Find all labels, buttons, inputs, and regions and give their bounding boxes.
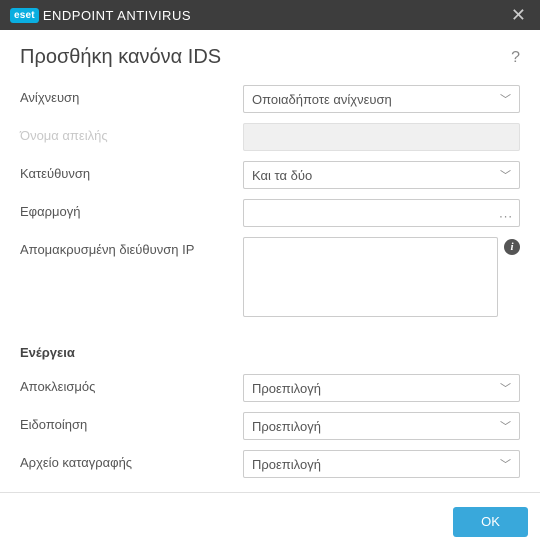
threat-name-input <box>243 123 520 151</box>
chevron-down-icon: ﹀ <box>500 380 511 396</box>
remote-ip-textarea[interactable] <box>243 237 498 317</box>
application-label: Εφαρμογή <box>20 199 235 219</box>
help-icon[interactable]: ? <box>511 49 520 67</box>
action-section-title: Ενέργεια <box>20 345 520 360</box>
direction-value: Και τα δύο <box>252 168 312 183</box>
page-title: Προσθήκη κανόνα IDS <box>20 46 221 69</box>
footer: OK <box>0 492 540 550</box>
direction-select[interactable]: Και τα δύο ﹀ <box>243 161 520 189</box>
ok-button[interactable]: OK <box>453 507 528 537</box>
detection-value: Οποιαδήποτε ανίχνευση <box>252 92 392 107</box>
browse-icon[interactable]: ... <box>499 206 513 221</box>
chevron-down-icon: ﹀ <box>500 167 511 183</box>
block-label: Αποκλεισμός <box>20 374 235 394</box>
direction-label: Κατεύθυνση <box>20 161 235 181</box>
notify-select[interactable]: Προεπιλογή ﹀ <box>243 412 520 440</box>
notify-value: Προεπιλογή <box>252 419 321 434</box>
block-value: Προεπιλογή <box>252 381 321 396</box>
detection-label: Ανίχνευση <box>20 85 235 105</box>
chevron-down-icon: ﹀ <box>500 418 511 434</box>
detection-select[interactable]: Οποιαδήποτε ανίχνευση ﹀ <box>243 85 520 113</box>
titlebar-brand: eset ENDPOINT ANTIVIRUS <box>10 8 191 23</box>
window-title: ENDPOINT ANTIVIRUS <box>43 8 191 23</box>
remote-ip-label: Απομακρυσμένη διεύθυνση IP <box>20 237 235 257</box>
titlebar: eset ENDPOINT ANTIVIRUS ✕ <box>0 0 540 30</box>
application-input[interactable]: ... <box>243 199 520 227</box>
close-icon[interactable]: ✕ <box>507 5 530 26</box>
log-select[interactable]: Προεπιλογή ﹀ <box>243 450 520 478</box>
block-select[interactable]: Προεπιλογή ﹀ <box>243 374 520 402</box>
log-value: Προεπιλογή <box>252 457 321 472</box>
chevron-down-icon: ﹀ <box>500 91 511 107</box>
brand-badge: eset <box>10 8 39 23</box>
log-label: Αρχείο καταγραφής <box>20 450 235 470</box>
threat-name-label: Όνομα απειλής <box>20 123 235 143</box>
info-icon[interactable]: i <box>504 239 520 255</box>
chevron-down-icon: ﹀ <box>500 456 511 472</box>
notify-label: Ειδοποίηση <box>20 412 235 432</box>
